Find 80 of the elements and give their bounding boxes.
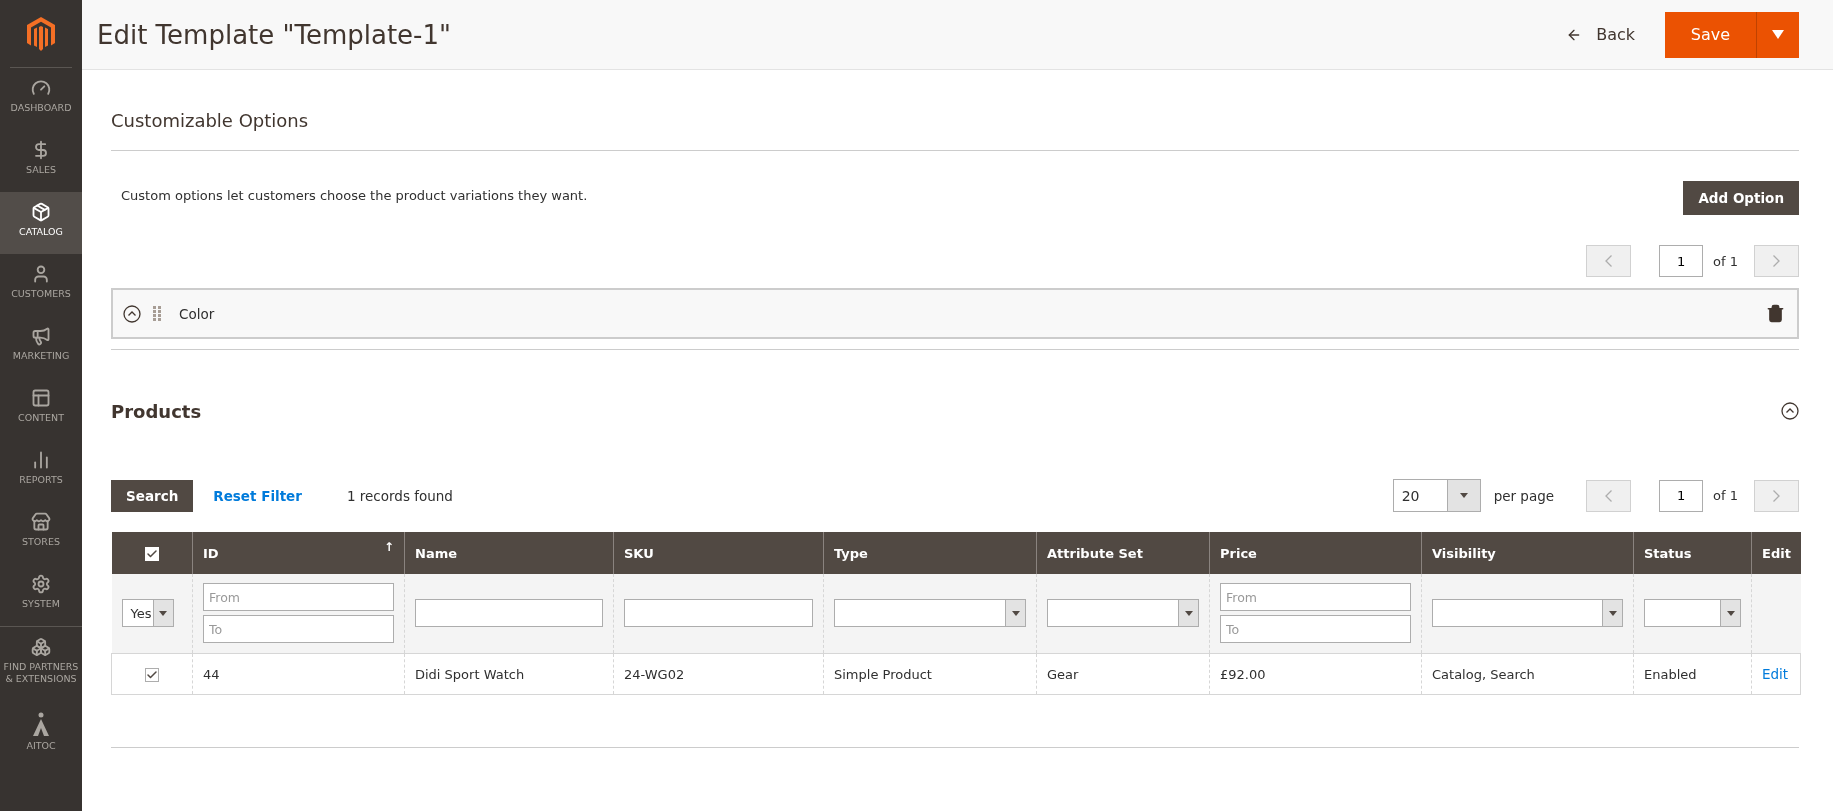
page-field[interactable]: 1	[1659, 245, 1704, 277]
chevron-right-icon	[1773, 255, 1780, 267]
filter-select[interactable]: 20	[1392, 479, 1481, 512]
filter-field[interactable]	[415, 599, 603, 627]
option-title: Color	[179, 305, 216, 322]
logo-icon[interactable]	[27, 16, 55, 51]
drag-handle-icon[interactable]	[153, 305, 161, 322]
edit-link[interactable]: Edit	[1762, 666, 1789, 682]
column-header[interactable]: Price	[1209, 532, 1422, 574]
select-value: Yes	[129, 604, 153, 623]
select-value: 20	[1400, 486, 1421, 506]
filter-field[interactable]	[624, 599, 813, 627]
next-page-button[interactable]	[1754, 245, 1799, 277]
records-count: 1 records found	[346, 487, 453, 504]
range-field[interactable]: To	[203, 615, 394, 643]
sidebar-item[interactable]: AITOC	[0, 702, 82, 764]
reset-filter-link[interactable]: Reset Filter	[213, 487, 302, 504]
column-header[interactable]: Status	[1633, 532, 1752, 574]
chevron-right-icon	[1773, 489, 1780, 502]
previous-page-button[interactable]	[1586, 479, 1632, 512]
check-icon	[146, 668, 158, 681]
column-header[interactable]: Attribute Set	[1036, 532, 1210, 574]
filter-select[interactable]	[1644, 599, 1741, 627]
column-header[interactable]: SKU	[613, 532, 824, 574]
column-header[interactable]: Edit	[1751, 532, 1801, 574]
column-header[interactable]: Name	[404, 532, 614, 574]
sort-indicator: ↑	[383, 540, 394, 554]
back-link[interactable]: Back	[1566, 25, 1635, 44]
delete-button[interactable]	[1766, 304, 1785, 323]
section-title: Products	[111, 400, 202, 422]
chevron-up-circle-icon	[1781, 402, 1799, 420]
section-description: Custom options let customers choose the product variations they want.	[120, 187, 588, 203]
check-icon	[145, 547, 158, 560]
next-page-button[interactable]	[1754, 479, 1799, 512]
sidebar-item[interactable]: CATALOG	[0, 192, 82, 254]
add-option-button[interactable]: Add Option	[1683, 181, 1799, 215]
column-header[interactable]: Type	[823, 532, 1037, 574]
page-count: of 1	[1713, 253, 1738, 269]
column-header[interactable]: Visibility	[1421, 532, 1634, 574]
collapse-toggle[interactable]	[1781, 402, 1799, 420]
caret-icon	[1772, 30, 1784, 39]
filter-select[interactable]: Yes	[121, 599, 174, 627]
table-cell: 24-WG02	[624, 666, 685, 682]
range-field[interactable]: To	[1220, 615, 1411, 643]
range-field[interactable]: From	[203, 583, 394, 611]
filter-select[interactable]	[1047, 599, 1199, 627]
sidebar-item[interactable]: SYSTEM	[0, 564, 82, 626]
sidebar-item[interactable]: FIND PARTNERS & EXTENSIONS	[0, 626, 82, 702]
range-field[interactable]: From	[1220, 583, 1411, 611]
sidebar-item[interactable]: DASHBOARD	[0, 68, 82, 130]
table-cell: 44	[203, 666, 220, 682]
page-count: of 1	[1713, 488, 1738, 503]
table-cell: Gear	[1047, 666, 1079, 682]
table-cell: Didi Sport Watch	[415, 666, 525, 682]
filter-select[interactable]	[1432, 599, 1623, 627]
chevron-up-circle-icon	[123, 304, 141, 323]
sidebar-item[interactable]: REPORTS	[0, 440, 82, 502]
sidebar-item[interactable]: SALES	[0, 130, 82, 192]
table-cell: Enabled	[1644, 666, 1697, 682]
table-cell: Simple Product	[834, 666, 932, 682]
sidebar-item[interactable]: CUSTOMERS	[0, 254, 82, 316]
table-cell: £92.00	[1220, 666, 1266, 682]
column-header[interactable]: ID ↑	[192, 532, 405, 574]
previous-page-button[interactable]	[1586, 245, 1632, 277]
collapse-toggle[interactable]	[123, 304, 141, 323]
select-all-checkbox[interactable]	[144, 546, 159, 561]
letter-a-icon	[31, 712, 51, 736]
page-title: Edit Template "Template-1"	[97, 19, 452, 50]
per-page-label: per page	[1493, 487, 1555, 504]
page-field[interactable]: 1	[1659, 479, 1704, 512]
chevron-left-icon	[1605, 489, 1613, 502]
sidebar-item[interactable]: MARKETING	[0, 316, 82, 378]
sidebar-item[interactable]: STORES	[0, 502, 82, 564]
row-checkbox[interactable]	[145, 667, 159, 682]
section-title: Customizable Options	[111, 109, 309, 131]
sidebar-item[interactable]: CONTENT	[0, 378, 82, 440]
filter-select[interactable]	[834, 599, 1026, 627]
chevron-left-icon	[1605, 255, 1613, 267]
search-button[interactable]: Search	[111, 479, 194, 512]
table-cell: Catalog, Search	[1432, 666, 1535, 682]
